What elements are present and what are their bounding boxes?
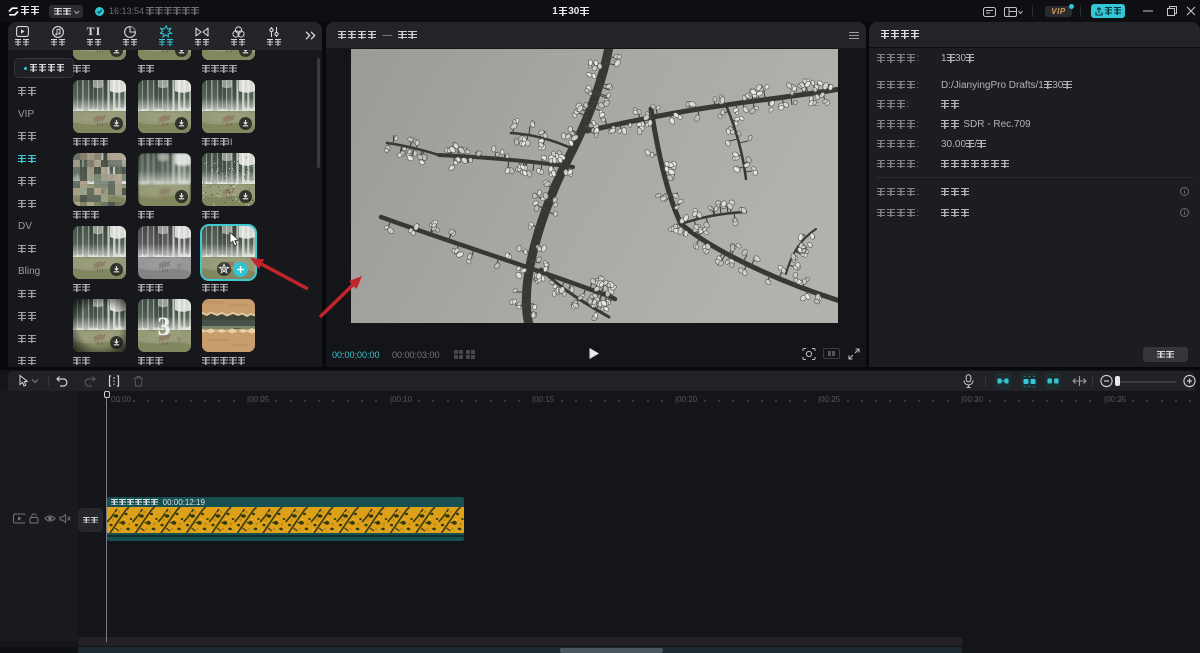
svg-text:3: 3 <box>157 312 170 341</box>
